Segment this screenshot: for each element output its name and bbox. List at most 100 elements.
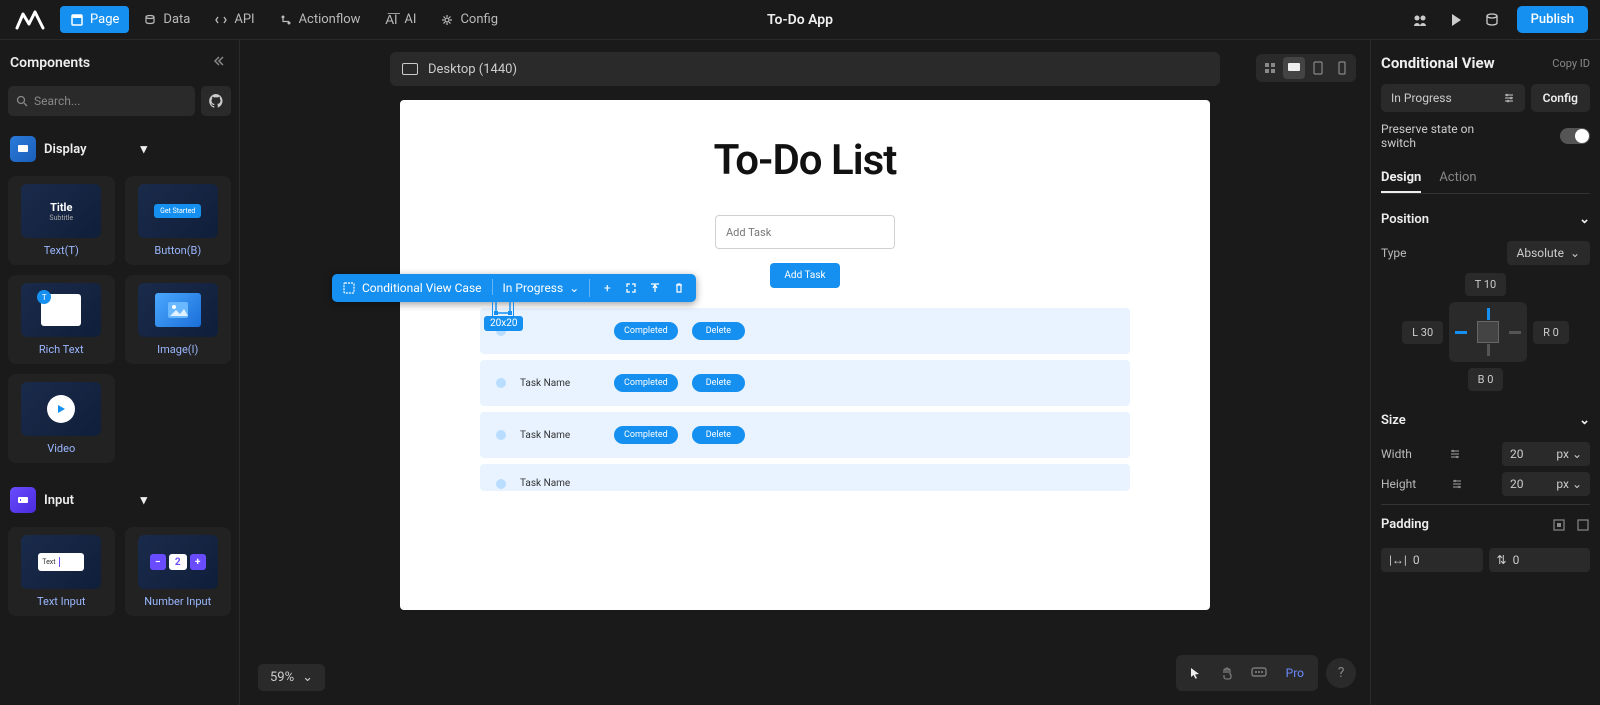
component-richtext[interactable]: T Rich Text [8, 275, 115, 364]
task-row[interactable]: Task Name Completed Delete [480, 412, 1130, 458]
copy-id-button[interactable]: Copy ID [1552, 57, 1590, 70]
addtask-button[interactable]: Add Task [770, 263, 839, 288]
selection-toolbar[interactable]: Conditional View Case In Progress ⌄ + [332, 274, 696, 302]
position-section-header[interactable]: Position ⌄ [1381, 204, 1590, 235]
component-image[interactable]: Image(I) [125, 275, 232, 364]
search-icon [16, 95, 28, 107]
search-input[interactable]: Search... [8, 86, 195, 116]
task-delete-button[interactable]: Delete [692, 322, 745, 340]
nav-api-label: API [234, 12, 254, 27]
nav-ai[interactable]: A͞I AI [374, 6, 426, 33]
image-icon [155, 293, 201, 327]
padding-horizontal-input[interactable]: |↔| 0 [1381, 548, 1483, 572]
trash-icon[interactable] [672, 281, 686, 295]
addtask-input[interactable] [715, 215, 895, 249]
component-textinput[interactable]: Text Text Input [8, 527, 115, 616]
padding-section-header[interactable]: Padding [1381, 504, 1590, 540]
expand-icon[interactable] [624, 281, 638, 295]
device-label: Desktop (1440) [428, 62, 517, 77]
chevron-down-icon: ⌄ [302, 670, 313, 685]
position-anchor-widget[interactable] [1449, 302, 1527, 362]
padding-all-icon[interactable] [1576, 518, 1590, 532]
task-completed-button[interactable]: Completed [614, 426, 678, 444]
nav-page[interactable]: Page [60, 6, 129, 33]
share-icon[interactable] [1409, 9, 1431, 31]
padding-v-icon: ⇅ [1497, 553, 1507, 567]
task-name: Task Name [520, 378, 600, 389]
config-button[interactable]: Config [1531, 84, 1590, 112]
comment-tool-icon[interactable] [1244, 659, 1274, 687]
nav-config[interactable]: Config [430, 6, 508, 33]
component-numberinput[interactable]: −2+ Number Input [125, 527, 232, 616]
nav-actionflow-label: Actionflow [299, 12, 361, 27]
task-delete-button[interactable]: Delete [692, 374, 745, 392]
padding-section-label: Padding [1381, 517, 1429, 532]
cursor-tool-icon[interactable] [1180, 659, 1210, 687]
tab-action[interactable]: Action [1439, 164, 1476, 193]
component-image-label: Image(I) [157, 343, 198, 356]
deploy-icon[interactable] [1481, 9, 1503, 31]
view-mobile-icon[interactable] [1331, 57, 1353, 79]
publish-button[interactable]: Publish [1517, 6, 1588, 33]
task-completed-button[interactable]: Completed [614, 322, 678, 340]
view-tablet-icon[interactable] [1307, 57, 1329, 79]
component-text[interactable]: TitleSubtitle Text(T) [8, 176, 115, 265]
app-logo[interactable] [12, 8, 48, 32]
task-completed-button[interactable]: Completed [614, 374, 678, 392]
task-status-dot [496, 479, 506, 489]
pro-label[interactable]: Pro [1276, 666, 1314, 680]
api-icon [214, 13, 228, 27]
task-row[interactable]: Task Name [480, 464, 1130, 491]
chevron-down-icon: ⌄ [1579, 212, 1590, 227]
height-input[interactable]: 20 px ⌄ [1502, 472, 1590, 496]
state-select[interactable]: In Progress [1381, 84, 1525, 112]
zoom-value: 59% [270, 670, 294, 685]
github-button[interactable] [201, 86, 231, 116]
preserve-toggle[interactable] [1560, 128, 1590, 144]
padding-individual-icon[interactable] [1552, 518, 1566, 532]
task-row[interactable]: Completed Delete [480, 308, 1130, 354]
caret-down-icon: ▾ [141, 493, 230, 508]
device-bar[interactable]: Desktop (1440) [390, 52, 1220, 86]
tab-design[interactable]: Design [1381, 164, 1421, 193]
chevron-down-icon: ⌄ [569, 281, 579, 295]
nav-api[interactable]: API [204, 6, 264, 33]
desktop-icon [402, 63, 418, 75]
align-top-icon[interactable] [648, 281, 662, 295]
add-icon[interactable]: + [600, 281, 614, 295]
task-delete-button[interactable]: Delete [692, 426, 745, 444]
position-bottom-input[interactable]: B 0 [1468, 368, 1504, 391]
view-grid-icon[interactable] [1259, 57, 1281, 79]
component-video-label: Video [47, 442, 75, 455]
position-right-input[interactable]: R 0 [1533, 321, 1569, 344]
component-button[interactable]: Get Started Button(B) [125, 176, 232, 265]
link-dimensions-icon[interactable] [1451, 478, 1467, 490]
chevron-down-icon: ⌄ [1579, 413, 1590, 428]
nav-data[interactable]: Data [133, 6, 200, 33]
page-heading: To-Do List [400, 136, 1210, 185]
size-section-header[interactable]: Size ⌄ [1381, 405, 1590, 436]
position-type-label: Type [1381, 246, 1407, 260]
preserve-state-label: Preserve state on switch [1381, 122, 1511, 150]
task-name: Task Name [520, 478, 600, 489]
input-section-header[interactable]: Input ▾ [8, 479, 231, 521]
display-section-header[interactable]: Display ▾ [8, 128, 231, 170]
collapse-left-icon[interactable] [211, 54, 229, 72]
help-button[interactable]: ? [1326, 658, 1356, 688]
component-video[interactable]: Video [8, 374, 115, 463]
position-left-input[interactable]: L 30 [1402, 321, 1443, 344]
position-top-input[interactable]: T 10 [1465, 273, 1506, 296]
caret-down-icon: ▾ [141, 142, 230, 157]
link-dimensions-icon[interactable] [1449, 448, 1465, 460]
width-input[interactable]: 20 px ⌄ [1502, 442, 1590, 466]
position-type-select[interactable]: Absolute ⌄ [1507, 241, 1591, 265]
position-type-value: Absolute [1517, 246, 1564, 260]
zoom-control[interactable]: 59% ⌄ [258, 664, 325, 691]
nav-actionflow[interactable]: Actionflow [269, 6, 371, 33]
canvas-frame[interactable]: To-Do List Add Task Completed Delete Tas… [400, 100, 1210, 610]
hand-tool-icon[interactable] [1212, 659, 1242, 687]
play-icon[interactable] [1445, 9, 1467, 31]
task-row[interactable]: Task Name Completed Delete [480, 360, 1130, 406]
view-desktop-icon[interactable] [1283, 57, 1305, 79]
padding-vertical-input[interactable]: ⇅ 0 [1489, 548, 1591, 572]
